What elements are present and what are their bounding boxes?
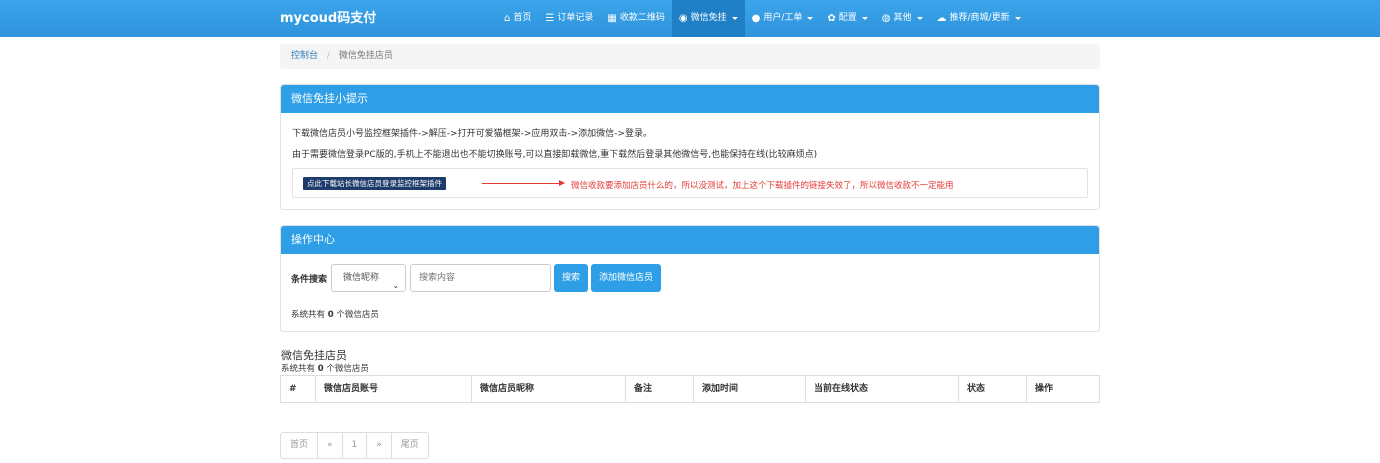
column-header-index: # [281, 376, 316, 402]
clerk-count: 系统共有 0 个微信店员 [291, 308, 379, 320]
nav-label: 用户/工单 [763, 13, 803, 23]
count-prefix: 系统共有 [281, 364, 316, 374]
search-input[interactable] [410, 264, 552, 292]
nav-item-config[interactable]: ✿ 配置 [820, 0, 874, 37]
home-icon: ⌂ [504, 13, 511, 24]
nav-item-other[interactable]: ◍ 其他 [875, 0, 930, 37]
column-header-nickname: 微信店员昵称 [472, 376, 626, 402]
list-title: 微信免挂店员 [281, 349, 347, 362]
nav-item-home[interactable]: ⌂ 首页 [497, 0, 538, 37]
count-suffix: 个微信店员 [336, 310, 379, 320]
download-box: 点此下载站长微信店员登录监控框架插件 微信收款要添加店员什么的，所以没测试，加上… [292, 168, 1088, 198]
tips-panel-title: 微信免挂小提示 [281, 85, 1099, 113]
select-value: 微信昵称 [343, 273, 380, 283]
wechat-icon: ◉ [678, 13, 688, 24]
breadcrumb-current: 微信免挂店员 [338, 51, 393, 61]
add-wechat-clerk-button[interactable]: 添加微信店员 [591, 264, 662, 292]
cloud-icon: ☁ [936, 13, 947, 24]
page-first[interactable]: 首页 [281, 433, 319, 458]
red-arrow-icon [482, 180, 565, 186]
column-header-online-status: 当前在线状态 [806, 376, 959, 402]
column-header-account: 微信店员账号 [316, 376, 472, 402]
nav-label: 其他 [893, 13, 912, 23]
caret-down-icon [731, 17, 738, 20]
page-next[interactable]: » [367, 433, 392, 458]
breadcrumb-separator: / [326, 51, 330, 61]
operation-panel-title: 操作中心 [281, 226, 1099, 254]
breadcrumb: 控制台 / 微信免挂店员 [280, 44, 1100, 69]
nav-item-qrcode[interactable]: ▦ 收款二维码 [600, 0, 671, 37]
caret-down-icon [861, 17, 868, 20]
globe-icon: ◍ [881, 13, 891, 24]
count-value: 0 [317, 364, 324, 374]
qrcode-icon: ▦ [607, 13, 617, 24]
search-field-select[interactable]: 微信昵称 ⌄ [331, 264, 407, 292]
caret-down-icon [807, 17, 814, 20]
download-plugin-button[interactable]: 点此下载站长微信店员登录监控框架插件 [303, 177, 446, 190]
search-button[interactable]: 搜索 [554, 264, 589, 292]
nav-item-recommend[interactable]: ☁ 推荐/商城/更新 [930, 0, 1028, 37]
nav-label: 首页 [513, 13, 532, 23]
page-last[interactable]: 尾页 [392, 433, 428, 458]
tips-panel: 微信免挂小提示 下载微信店员小号监控框架插件->解压->打开可爱猫框架->应用双… [280, 84, 1100, 210]
main-nav: ⌂ 首页 ☰ 订单记录 ▦ 收款二维码 ◉ 微信免挂 ● 用户/工单 ✿ 配置 … [497, 0, 1028, 37]
pagination: 首页 « 1 » 尾页 [280, 432, 429, 459]
brand-logo[interactable]: mycoud码支付 [280, 0, 376, 37]
search-row: 条件搜索 微信昵称 ⌄ 搜索 添加微信店员 [291, 264, 664, 292]
top-navbar: mycoud码支付 ⌂ 首页 ☰ 订单记录 ▦ 收款二维码 ◉ 微信免挂 ● 用… [0, 0, 1380, 37]
page-number[interactable]: 1 [343, 433, 368, 458]
nav-item-users[interactable]: ● 用户/工单 [745, 0, 821, 37]
caret-down-icon [1014, 17, 1021, 20]
list-icon: ☰ [545, 13, 555, 24]
tip-line-2: 由于需要微信登录PC版的,手机上不能退出也不能切换账号,可以直接卸载微信,重下载… [292, 150, 818, 160]
nav-label: 收款二维码 [619, 13, 665, 23]
column-header-actions: 操作 [1035, 384, 1054, 394]
list-count: 系统共有 0 个微信店员 [281, 362, 369, 374]
column-header-added-time: 添加时间 [694, 376, 806, 402]
nav-label: 订单记录 [557, 13, 594, 23]
nav-item-orders[interactable]: ☰ 订单记录 [538, 0, 600, 37]
user-icon: ● [751, 13, 761, 24]
count-value: 0 [327, 310, 334, 320]
nav-label: 推荐/商城/更新 [949, 13, 1010, 23]
chevron-down-icon: ⌄ [392, 281, 400, 290]
page-prev[interactable]: « [318, 433, 343, 458]
count-suffix: 个微信店员 [326, 364, 369, 374]
tip-line-1: 下载微信店员小号监控框架插件->解压->打开可爱猫框架->应用双击->添加微信-… [292, 129, 652, 139]
gear-icon: ✿ [827, 13, 836, 24]
annotation-note: 微信收款要添加店员什么的，所以没测试，加上这个下载插件的链接失效了，所以微信收款… [571, 181, 954, 191]
column-header-remark: 备注 [626, 376, 694, 402]
nav-label: 配置 [838, 13, 857, 23]
caret-down-icon [916, 17, 923, 20]
nav-item-wechat[interactable]: ◉ 微信免挂 [671, 0, 745, 37]
column-header-status: 状态 [959, 376, 1027, 402]
operation-panel: 操作中心 条件搜索 微信昵称 ⌄ 搜索 添加微信店员 系统共有 0 个微信店员 [280, 225, 1100, 332]
clerk-table-header: # 微信店员账号 微信店员昵称 备注 添加时间 当前在线状态 状态 操作 [280, 375, 1100, 403]
nav-label: 微信免挂 [690, 13, 727, 23]
search-label: 条件搜索 [291, 274, 328, 285]
breadcrumb-home-link[interactable]: 控制台 [291, 51, 318, 61]
count-prefix: 系统共有 [291, 310, 326, 320]
